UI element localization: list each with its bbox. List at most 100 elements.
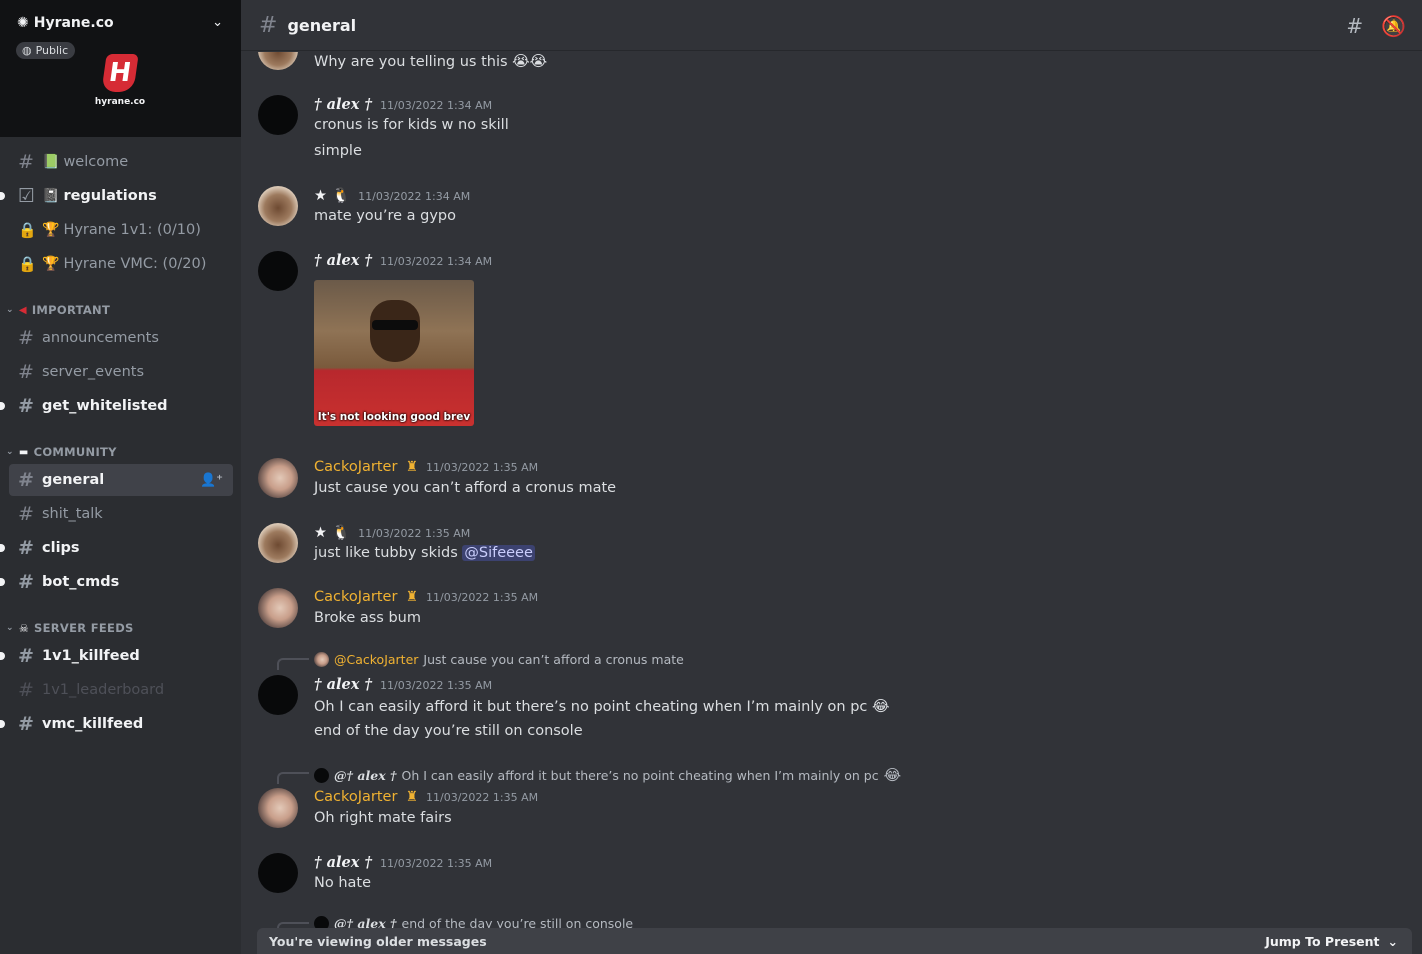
globe-icon: ◍ bbox=[22, 44, 32, 57]
message-text: No hate bbox=[314, 875, 372, 891]
avatar[interactable] bbox=[258, 853, 298, 893]
username[interactable]: † alex † bbox=[314, 676, 372, 693]
avatar[interactable] bbox=[258, 95, 298, 135]
laughing-emoji-icon: 😂 bbox=[883, 766, 902, 784]
lock-icon: 🔒 bbox=[18, 221, 37, 239]
role-badge-icon: ♜ bbox=[405, 789, 418, 805]
lock-icon: 🔒 bbox=[18, 255, 37, 273]
channel-label: 1v1_leaderboard bbox=[42, 682, 165, 698]
channel-emoji: 📓 bbox=[42, 188, 60, 204]
username[interactable]: CackoJarter bbox=[314, 459, 397, 475]
reply-username[interactable]: @† alex † bbox=[334, 768, 397, 783]
category-important[interactable]: ⌄ ◀ IMPORTANT bbox=[6, 303, 110, 317]
reply-text: Just cause you can’t afford a cronus mat… bbox=[423, 652, 684, 667]
add-member-icon[interactable]: 👤⁺ bbox=[200, 473, 223, 488]
speech-bubble-icon: ▬ bbox=[18, 446, 29, 458]
category-community[interactable]: ⌄ ▬ COMMUNITY bbox=[6, 445, 117, 459]
message-header: CackoJarter ♜ 11/03/2022 1:35 AM bbox=[314, 589, 538, 605]
skull-icon: ☠ bbox=[18, 621, 30, 635]
username[interactable]: CackoJarter bbox=[314, 589, 397, 605]
timestamp: 11/03/2022 1:34 AM bbox=[380, 255, 493, 268]
notification-muted-icon[interactable]: 🔕 bbox=[1381, 14, 1406, 38]
gif-sunglasses bbox=[372, 320, 418, 330]
channel-1v1-leaderboard[interactable]: # 1v1_leaderboard bbox=[9, 674, 233, 706]
channel-announcements[interactable]: # announcements bbox=[9, 322, 233, 354]
crying-emoji-icon: 😭😭 bbox=[512, 52, 548, 70]
username[interactable]: † alex † bbox=[314, 96, 372, 113]
text-channel-hash-icon: # bbox=[18, 361, 34, 383]
channel-label: server_events bbox=[42, 364, 145, 380]
voice-channel-hyrane-vmc[interactable]: 🔒 🏆 Hyrane VMC: (0/20) bbox=[9, 248, 233, 280]
channel-welcome[interactable]: # 📗 welcome bbox=[9, 146, 233, 178]
reply-avatar bbox=[314, 767, 329, 783]
gif-person bbox=[370, 300, 420, 362]
trophy-icon: 🏆 bbox=[42, 222, 60, 238]
avatar[interactable] bbox=[258, 588, 298, 628]
message-list[interactable]: Why are you telling us this 😭😭 † alex † … bbox=[241, 52, 1422, 954]
channel-1v1-killfeed[interactable]: # 1v1_killfeed bbox=[0, 640, 233, 672]
category-server-feeds[interactable]: ⌄ ☠ SERVER FEEDS bbox=[6, 621, 134, 635]
reply-text: Oh I can easily afford it but there’s no… bbox=[401, 767, 879, 783]
channel-vmc-killfeed[interactable]: # vmc_killfeed bbox=[0, 708, 233, 740]
role-badge-icon: ♜ bbox=[405, 459, 418, 475]
avatar[interactable] bbox=[258, 675, 298, 715]
threads-icon[interactable]: # bbox=[1346, 14, 1363, 38]
channel-regulations[interactable]: ☑ 📓 regulations bbox=[0, 180, 233, 212]
text-channel-hash-icon: # bbox=[18, 713, 34, 735]
timestamp: 11/03/2022 1:35 AM bbox=[358, 527, 471, 540]
channel-label: announcements bbox=[42, 330, 159, 346]
gif-attachment[interactable]: It's not looking good brev bbox=[314, 280, 474, 426]
username[interactable]: † alex † bbox=[314, 252, 372, 269]
username[interactable]: ★ 🐧 bbox=[314, 524, 350, 541]
timestamp: 11/03/2022 1:35 AM bbox=[380, 679, 493, 692]
text-channel-hash-icon: # bbox=[18, 503, 34, 525]
hyrane-logo-icon: H bbox=[101, 54, 139, 92]
avatar[interactable] bbox=[258, 251, 298, 291]
avatar[interactable] bbox=[258, 52, 298, 70]
timestamp: 11/03/2022 1:35 AM bbox=[426, 591, 539, 604]
avatar[interactable] bbox=[258, 523, 298, 563]
channel-bot-cmds[interactable]: # bot_cmds bbox=[0, 566, 233, 598]
timestamp: 11/03/2022 1:35 AM bbox=[426, 461, 539, 474]
text-channel-hash-icon: # bbox=[18, 395, 34, 417]
reply-avatar bbox=[314, 652, 329, 667]
reply-username[interactable]: @CackoJarter bbox=[334, 652, 418, 667]
server-name[interactable]: ✺ Hyrane.co bbox=[17, 15, 114, 31]
message-header: † alex † 11/03/2022 1:35 AM bbox=[314, 854, 492, 871]
channel-shit-talk[interactable]: # shit_talk bbox=[9, 498, 233, 530]
channel-label: shit_talk bbox=[42, 506, 103, 522]
voice-channel-hyrane-1v1[interactable]: 🔒 🏆 Hyrane 1v1: (0/10) bbox=[9, 214, 233, 246]
message-text: mate you’re a gypo bbox=[314, 208, 457, 224]
gif-caption: It's not looking good brev bbox=[317, 411, 471, 423]
older-messages-label: You're viewing older messages bbox=[269, 933, 487, 949]
avatar[interactable] bbox=[258, 788, 298, 828]
channel-clips[interactable]: # clips bbox=[0, 532, 233, 564]
message-header: † alex † 11/03/2022 1:34 AM bbox=[314, 252, 492, 269]
timestamp: 11/03/2022 1:35 AM bbox=[380, 857, 493, 870]
channel-get-whitelisted[interactable]: # get_whitelisted bbox=[0, 390, 233, 422]
message-header: CackoJarter ♜ 11/03/2022 1:35 AM bbox=[314, 789, 538, 805]
text-channel-hash-icon: # bbox=[18, 537, 34, 559]
username[interactable]: ★ 🐧 bbox=[314, 187, 350, 204]
reply-preview[interactable]: @CackoJarter Just cause you can’t afford… bbox=[314, 652, 684, 667]
megaphone-icon: ◀ bbox=[18, 304, 27, 316]
server-menu-chevron-icon[interactable]: ⌄ bbox=[212, 15, 223, 30]
message-header: † alex † 11/03/2022 1:35 AM bbox=[314, 676, 492, 693]
channel-label: bot_cmds bbox=[42, 574, 120, 590]
laughing-emoji-icon: 😂 bbox=[872, 697, 890, 715]
channel-emoji: 📗 bbox=[42, 154, 60, 170]
server-header[interactable]: ✺ Hyrane.co ⌄ ◍ Public H hyrane.co bbox=[0, 0, 241, 137]
reply-spine bbox=[277, 658, 309, 670]
user-mention[interactable]: @Sifeeee bbox=[462, 545, 535, 561]
channel-general[interactable]: # general 👤⁺ bbox=[9, 464, 233, 496]
jump-to-present-button[interactable]: Jump To Present ⌄ bbox=[1265, 934, 1398, 949]
avatar[interactable] bbox=[258, 186, 298, 226]
avatar[interactable] bbox=[258, 458, 298, 498]
channel-server-events[interactable]: # server_events bbox=[9, 356, 233, 388]
unread-indicator bbox=[0, 192, 5, 200]
username[interactable]: CackoJarter bbox=[314, 789, 397, 805]
unread-indicator bbox=[0, 578, 5, 586]
message-text: end of the day you’re still on console bbox=[314, 723, 583, 739]
username[interactable]: † alex † bbox=[314, 854, 372, 871]
reply-preview[interactable]: @† alex † Oh I can easily afford it but … bbox=[314, 766, 901, 784]
